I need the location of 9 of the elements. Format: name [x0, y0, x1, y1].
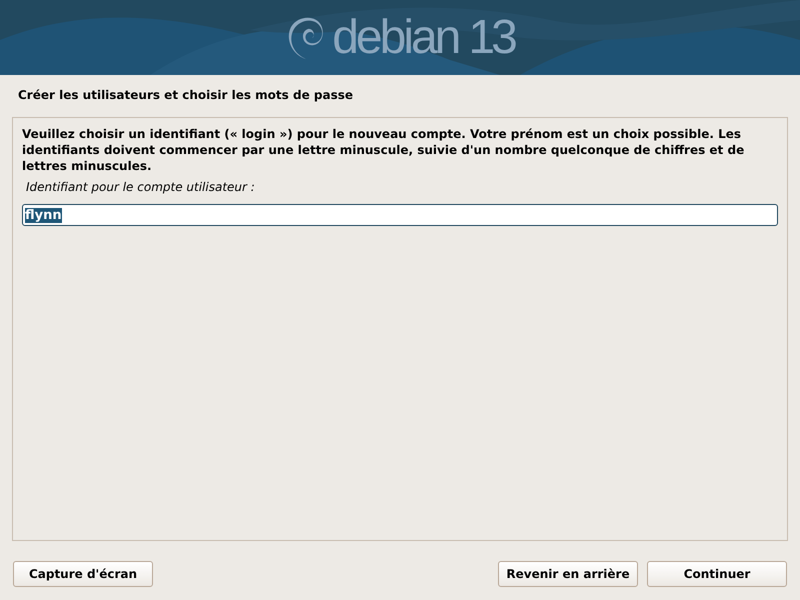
input-field[interactable]: flynn: [22, 204, 778, 226]
logo-wordmark: debian: [332, 14, 458, 62]
field-label: Identifiant pour le compte utilisateur :: [26, 180, 256, 194]
action-button[interactable]: Capture d'écran: [13, 561, 153, 587]
logo-version: 13: [468, 14, 514, 62]
action-button[interactable]: Revenir en arrière: [498, 561, 638, 587]
instruction-text: Veuillez choisir un identifiant (« login ») pour le nouveau compte. Votre prénom est un choix possible. Les identifiants doivent commencer par une lettre minuscule, suivie d'un nombre quelconque de chiffres et de lettres minuscules.: [22, 126, 746, 174]
action-button[interactable]: Continuer: [647, 561, 787, 587]
step-title: Créer les utilisateurs et choisir les mots de passe: [17, 87, 354, 104]
